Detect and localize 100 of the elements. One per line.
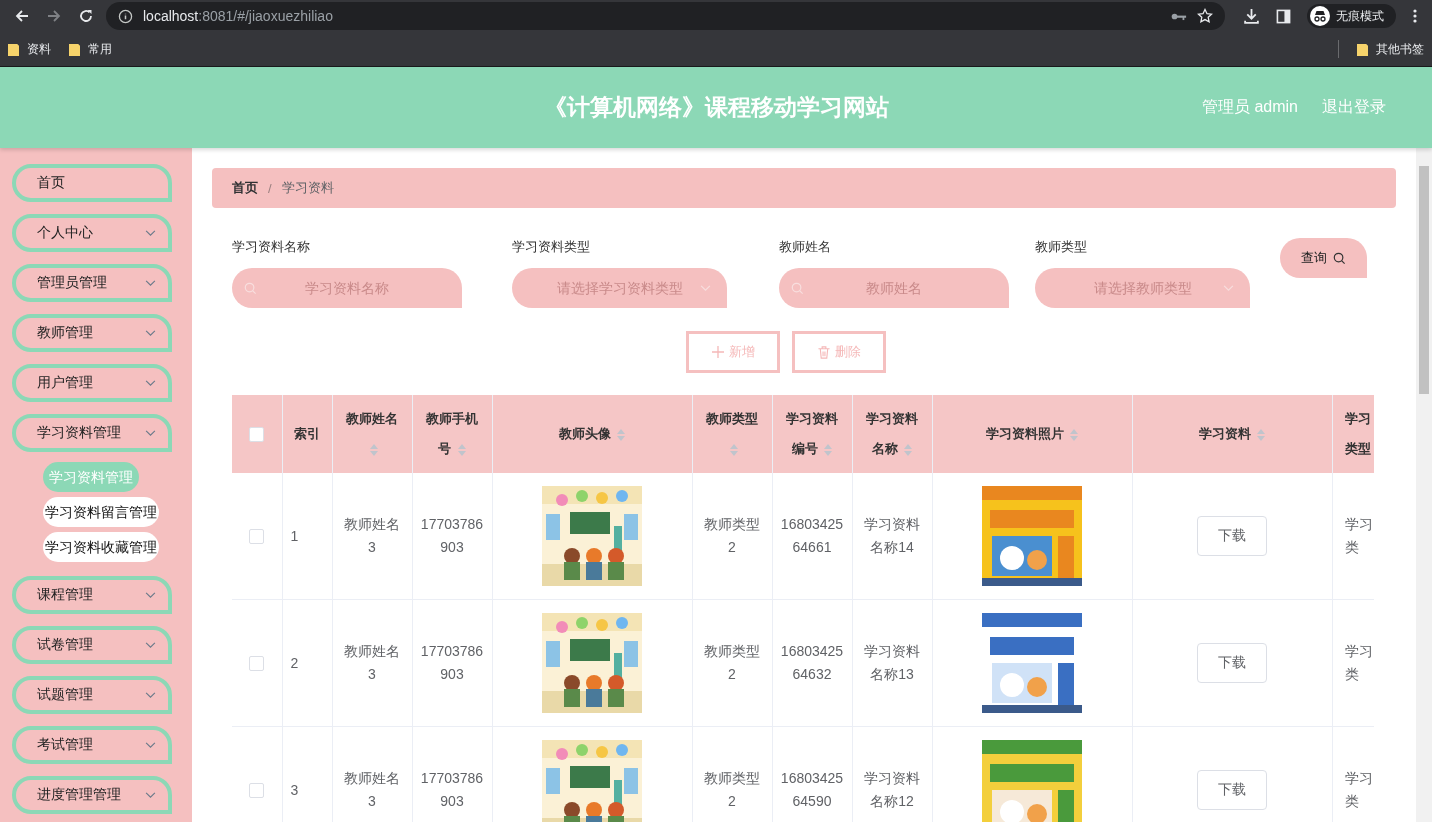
menu-item[interactable]: 考试管理: [12, 726, 172, 764]
sort-icon[interactable]: [729, 443, 738, 456]
header-cell[interactable]: 教师手机号: [412, 395, 492, 473]
folder-icon: [69, 42, 80, 56]
menu-item[interactable]: 个人中心: [12, 214, 172, 252]
incognito-icon: [1310, 6, 1330, 26]
sort-icon[interactable]: [904, 443, 913, 456]
menu-item[interactable]: 进度管理管理: [12, 776, 172, 814]
field-label: 学习资料名称: [232, 238, 311, 256]
menu-item[interactable]: 首页: [12, 164, 172, 202]
table-cell: 2: [282, 599, 332, 727]
separator: /: [268, 180, 272, 196]
menu-item[interactable]: 试题管理: [12, 676, 172, 714]
header-cell[interactable]: 学习资料: [1132, 395, 1332, 473]
forward-icon[interactable]: [46, 8, 62, 24]
sort-icon[interactable]: [457, 443, 466, 456]
scrollbar-thumb[interactable]: [1419, 166, 1429, 394]
user-label: 管理员 admin: [1201, 97, 1298, 117]
field-label: 教师姓名: [779, 238, 832, 256]
bookmark[interactable]: 常用: [69, 40, 112, 58]
side-panel-icon[interactable]: [1276, 8, 1291, 24]
breadcrumb-item[interactable]: 首页: [232, 179, 258, 197]
table-cell: 教师姓名3: [332, 473, 412, 600]
search-icon: [1333, 251, 1346, 265]
table-cell: 1680342564661: [772, 473, 852, 600]
header-cell[interactable]: 学习资料照片: [932, 395, 1132, 473]
table-cell: 17703786903: [412, 473, 492, 600]
menu-icon[interactable]: [1412, 8, 1418, 24]
table-cell: 1680342564590: [772, 726, 852, 822]
chevron-down-icon: [145, 791, 156, 799]
table-cell: 学习 类: [1332, 726, 1374, 822]
url-text: localhost:8081/#/jiaoxuezhiliao: [143, 8, 333, 24]
bookmark[interactable]: 其他书签: [1357, 40, 1424, 58]
menu-item[interactable]: 教师管理: [12, 314, 172, 352]
checkbox[interactable]: [249, 783, 265, 799]
incognito-badge[interactable]: 无痕模式: [1307, 4, 1396, 28]
table-cell: 3: [282, 726, 332, 822]
chevron-down-icon: [145, 691, 156, 699]
menu-item[interactable]: 用户管理: [12, 364, 172, 402]
info-icon[interactable]: [118, 8, 133, 24]
field-label: 学习资料类型: [512, 238, 591, 256]
folder-icon: [1357, 42, 1368, 56]
chevron-down-icon: [145, 279, 156, 287]
checkbox[interactable]: [249, 529, 265, 545]
download-icon[interactable]: [1243, 7, 1260, 25]
table-cell: 学习资料名称13: [852, 599, 932, 727]
header-cell[interactable]: 教师姓名: [332, 395, 412, 473]
back-icon[interactable]: [14, 8, 30, 24]
trash-icon: [817, 345, 830, 359]
plus-icon: [711, 346, 724, 358]
sort-icon[interactable]: [617, 428, 626, 441]
sort-icon[interactable]: [1257, 428, 1266, 441]
chevron-down-icon: [145, 741, 156, 749]
menu-item[interactable]: 课程管理: [12, 576, 172, 614]
breadcrumb-item: 学习资料: [281, 179, 334, 197]
chevron-down-icon: [700, 285, 711, 292]
table-cell: 教师姓名3: [332, 599, 412, 727]
checkbox[interactable]: [249, 656, 265, 672]
submenu-item[interactable]: 学习资料留言管理: [43, 497, 159, 527]
table-cell: 17703786903: [412, 599, 492, 727]
menu-item[interactable]: 试卷管理: [12, 626, 172, 664]
header-cell[interactable]: 学习 类型: [1332, 395, 1374, 473]
table-cell: 学习资料名称12: [852, 726, 932, 822]
download-button[interactable]: 下载: [1197, 770, 1267, 810]
chevron-down-icon: [145, 591, 156, 599]
star-icon[interactable]: [1197, 8, 1213, 24]
table-cell: 教师类型2: [692, 473, 772, 600]
sort-icon[interactable]: [1070, 428, 1079, 441]
download-button[interactable]: 下载: [1197, 516, 1267, 556]
header-cell[interactable]: 教师类型: [692, 395, 772, 473]
search-icon: [791, 282, 804, 295]
table-cell: 教师类型2: [692, 726, 772, 822]
reload-icon[interactable]: [78, 8, 94, 24]
table-cell: 17703786903: [412, 726, 492, 822]
query-button[interactable]: 查询: [1280, 238, 1367, 278]
chevron-down-icon: [145, 429, 156, 437]
site-title: 《计算机网络》课程移动学习网站: [543, 93, 889, 122]
address-bar[interactable]: localhost:8081/#/jiaoxuezhiliao: [106, 2, 1225, 30]
table-cell: 学习 类: [1332, 473, 1374, 600]
header-cell[interactable]: 索引: [282, 395, 332, 473]
field-label: 教师类型: [1035, 238, 1088, 256]
submenu-item[interactable]: 学习资料收藏管理: [43, 532, 159, 562]
table-cell: 1: [282, 473, 332, 600]
search-icon: [244, 282, 257, 295]
download-button[interactable]: 下载: [1197, 643, 1267, 683]
header-cell[interactable]: 学习资料编号: [772, 395, 852, 473]
header-cell[interactable]: 学习资料名称: [852, 395, 932, 473]
table-cell: 1680342564632: [772, 599, 852, 727]
sort-icon[interactable]: [369, 443, 378, 456]
table-cell: 学习 类: [1332, 599, 1374, 727]
folder-icon: [8, 42, 19, 56]
menu-item[interactable]: 学习资料管理: [12, 414, 172, 452]
table-cell: 教师类型2: [692, 599, 772, 727]
checkbox[interactable]: [249, 427, 265, 443]
bookmark[interactable]: 资料: [8, 40, 51, 58]
header-cell[interactable]: 教师头像: [492, 395, 692, 473]
scrollbar[interactable]: [1416, 148, 1432, 822]
menu-item[interactable]: 管理员管理: [12, 264, 172, 302]
chevron-down-icon: [145, 379, 156, 387]
sort-icon[interactable]: [824, 443, 833, 456]
